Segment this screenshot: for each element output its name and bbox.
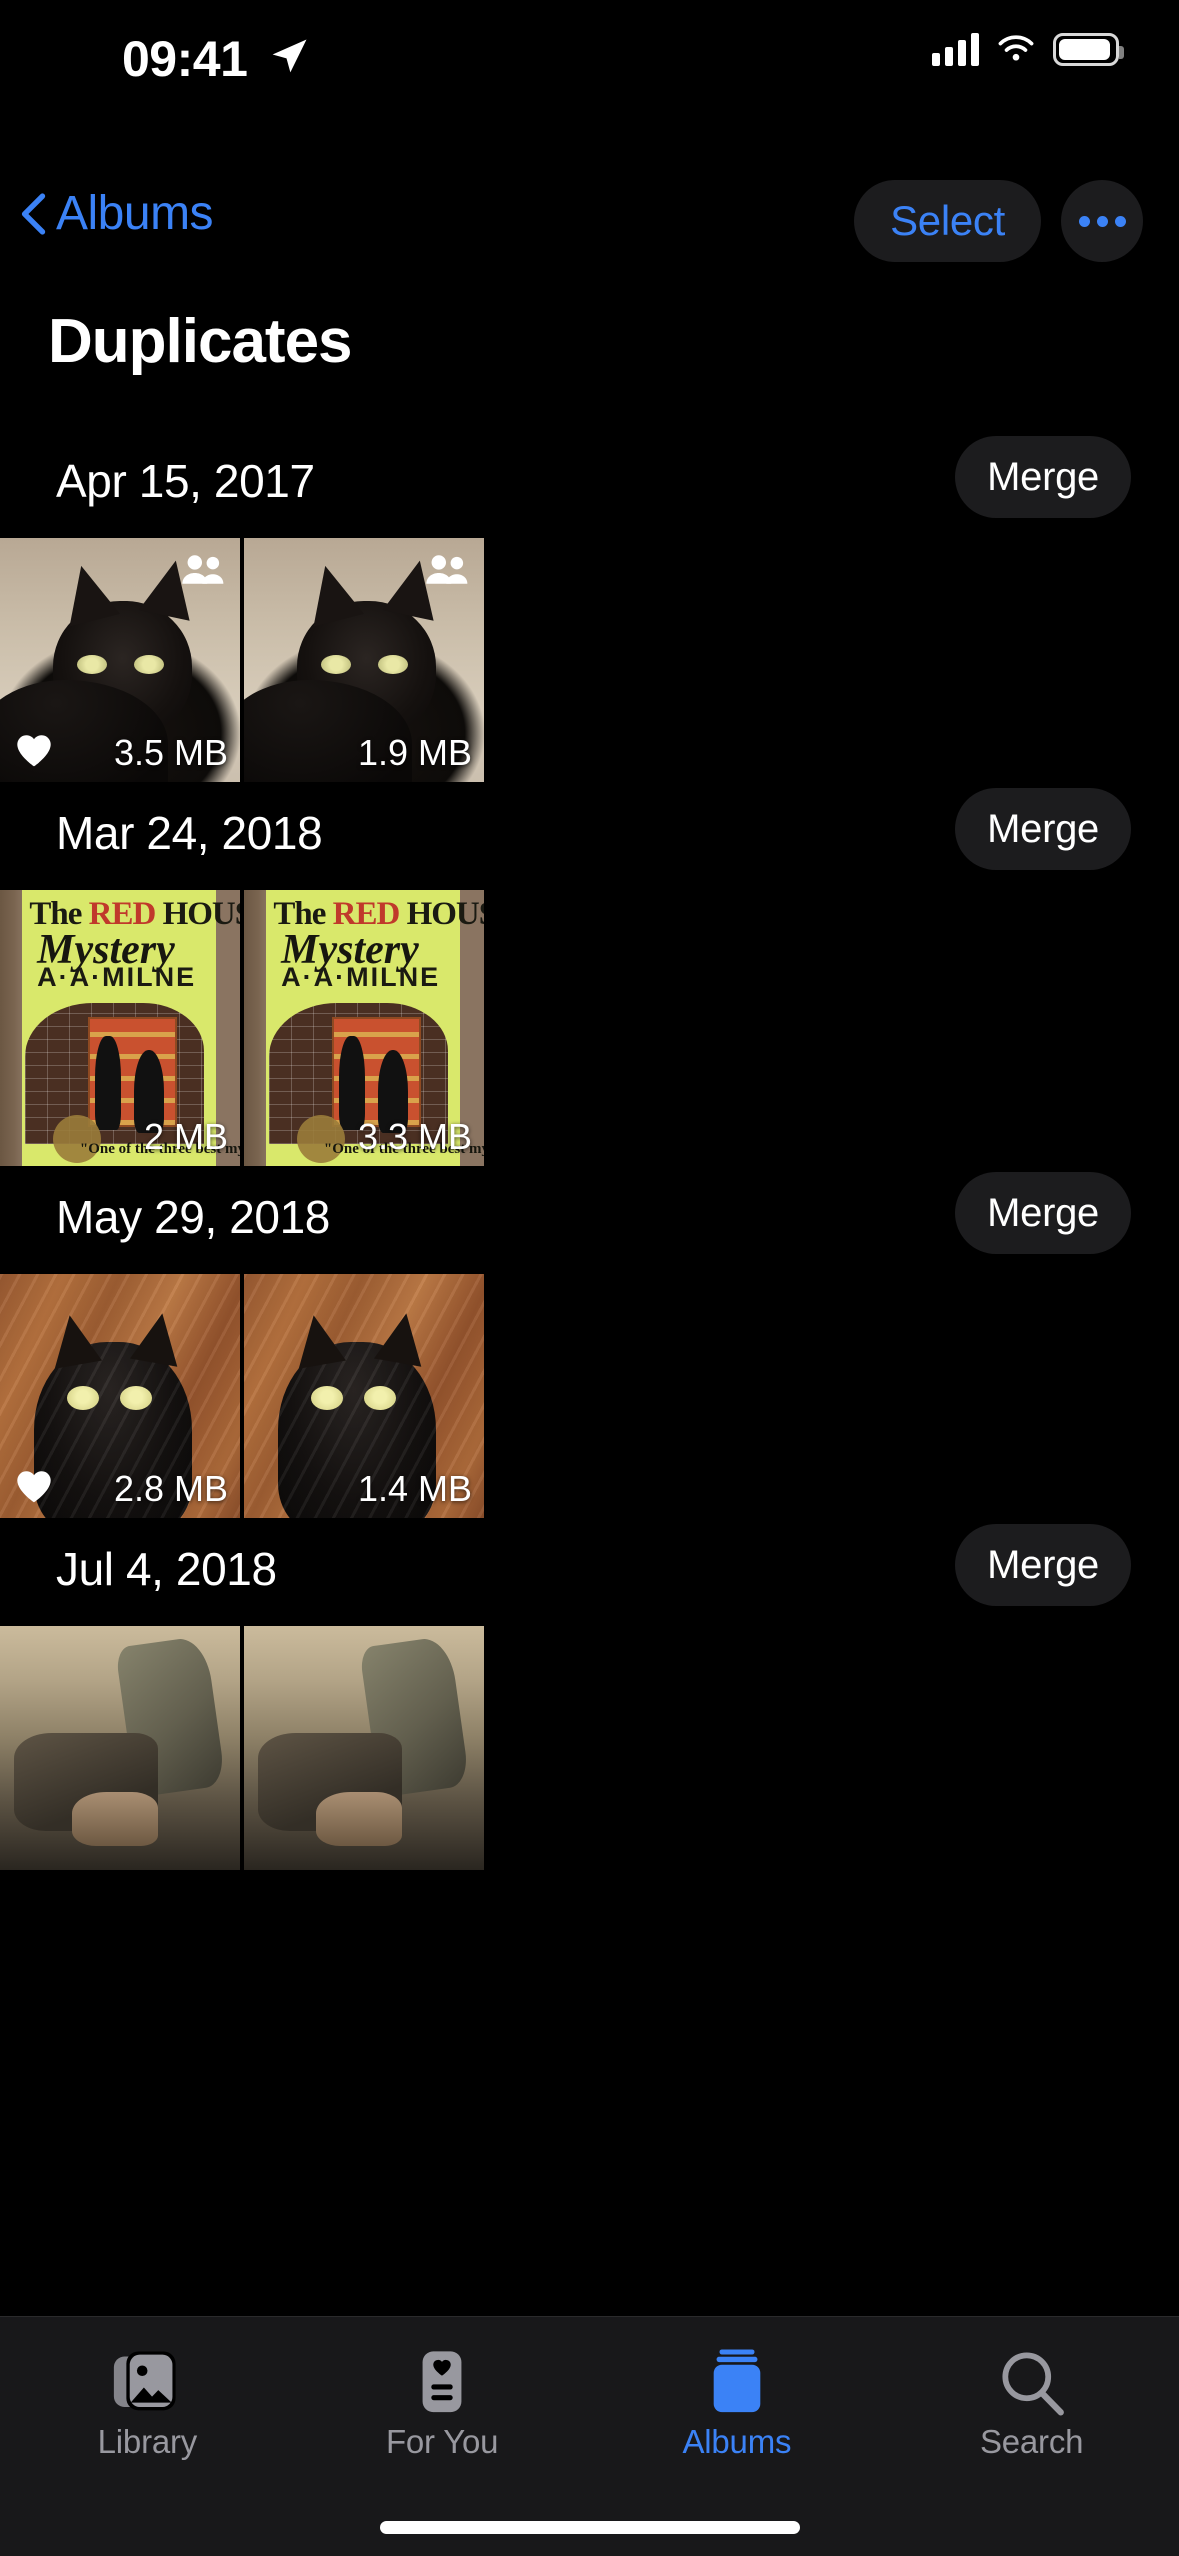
- status-bar-time: 09:41: [122, 31, 248, 87]
- tab-label: Albums: [682, 2423, 792, 2460]
- shared-people-icon: [426, 555, 468, 584]
- status-bar-indicators: [932, 32, 1124, 66]
- photo-image: [0, 1626, 240, 1870]
- favorite-heart-icon: [17, 735, 51, 767]
- photo-size-label: 2.8 MB: [113, 1468, 228, 1509]
- photo-size-label: 1.4 MB: [357, 1468, 472, 1509]
- group-date: Mar 24, 2018: [56, 807, 323, 859]
- ellipsis-icon: [1114, 215, 1126, 227]
- battery-icon: [1053, 32, 1124, 66]
- group-date: Apr 15, 2017: [56, 455, 315, 507]
- chevron-left-icon: [21, 192, 46, 235]
- for-you-card-icon: [410, 2345, 474, 2419]
- group-header: May 29, 2018 Merge: [0, 1166, 1179, 1274]
- duplicate-group: May 29, 2018 Merge 2.8 MB 1.4 MB: [0, 1166, 1179, 1518]
- back-label: Albums: [56, 187, 214, 240]
- merge-button[interactable]: Merge: [955, 1524, 1131, 1606]
- photo-thumbnail[interactable]: The RED HOUSE Mystery A·A·MILNE "One of …: [244, 890, 484, 1166]
- merge-button[interactable]: Merge: [955, 436, 1131, 518]
- more-options-button[interactable]: [1061, 180, 1143, 262]
- tab-bar: Library For You Albums Search: [0, 2316, 1179, 2556]
- photo-size-label: 2 MB: [143, 1116, 228, 1157]
- photo-thumbnail[interactable]: [244, 1626, 484, 1870]
- photo-row: [0, 1626, 1179, 1870]
- photo-thumbnail[interactable]: 1.4 MB: [244, 1274, 484, 1518]
- photo-stack-icon: [111, 2345, 183, 2419]
- photo-size-label: 1.9 MB: [357, 732, 472, 773]
- home-indicator: [379, 2521, 800, 2534]
- photo-row: 2.8 MB 1.4 MB: [0, 1274, 1179, 1518]
- group-date: May 29, 2018: [56, 1191, 330, 1243]
- group-header: Mar 24, 2018 Merge: [0, 782, 1179, 890]
- photo-row: 3.5 MB 1.9 MB: [0, 538, 1179, 782]
- book-author: A·A·MILNE: [281, 961, 441, 992]
- shared-people-icon: [182, 555, 224, 584]
- tab-label: For You: [385, 2423, 499, 2460]
- photo-image: [244, 1626, 484, 1870]
- duplicate-group: Mar 24, 2018 Merge The RED HOUSE Mystery…: [0, 782, 1179, 1166]
- tab-label: Search: [979, 2423, 1084, 2460]
- tab-library[interactable]: Library: [0, 2317, 295, 2556]
- cellular-bars-icon: [932, 32, 979, 66]
- ellipsis-icon: [1078, 215, 1090, 227]
- group-date: Jul 4, 2018: [56, 1543, 277, 1595]
- merge-button[interactable]: Merge: [955, 1172, 1131, 1254]
- photo-size-label: 3.3 MB: [357, 1116, 472, 1157]
- duplicate-group: Apr 15, 2017 Merge 3.5 MB 1.9 MB: [0, 430, 1179, 782]
- photo-size-label: 3.5 MB: [113, 732, 228, 773]
- back-to-albums-button[interactable]: Albums: [20, 186, 214, 241]
- duplicates-list[interactable]: Apr 15, 2017 Merge 3.5 MB 1.9 MB Mar 24,…: [0, 430, 1179, 2410]
- iphone-screen: 09:41 Albums Select Duplicates Apr 15, 2…: [0, 0, 1179, 2556]
- ellipsis-icon: [1096, 215, 1108, 227]
- nav-actions: Select: [854, 180, 1143, 262]
- wifi-icon: [998, 35, 1034, 61]
- favorite-heart-icon: [17, 1471, 51, 1503]
- duplicate-group: Jul 4, 2018 Merge: [0, 1518, 1179, 1870]
- book-author: A·A·MILNE: [37, 961, 197, 992]
- magnifier-icon: [998, 2345, 1066, 2419]
- group-header: Jul 4, 2018 Merge: [0, 1518, 1179, 1626]
- albums-book-icon: [706, 2345, 768, 2419]
- photo-thumbnail[interactable]: 2.8 MB: [0, 1274, 240, 1518]
- photo-thumbnail[interactable]: 3.5 MB: [0, 538, 240, 782]
- photo-row: The RED HOUSE Mystery A·A·MILNE "One of …: [0, 890, 1179, 1166]
- status-bar: 09:41: [0, 0, 1179, 108]
- group-header: Apr 15, 2017 Merge: [0, 430, 1179, 538]
- tab-search[interactable]: Search: [884, 2317, 1179, 2556]
- photo-thumbnail[interactable]: The RED HOUSE Mystery A·A·MILNE "One of …: [0, 890, 240, 1166]
- page-title: Duplicates: [48, 307, 353, 376]
- navigation-bar: Albums Select: [0, 180, 1179, 280]
- location-arrow-icon: [272, 39, 307, 73]
- photo-thumbnail[interactable]: [0, 1626, 240, 1870]
- photo-thumbnail[interactable]: 1.9 MB: [244, 538, 484, 782]
- merge-button[interactable]: Merge: [955, 788, 1131, 870]
- tab-label: Library: [97, 2423, 198, 2460]
- select-button[interactable]: Select: [854, 180, 1041, 262]
